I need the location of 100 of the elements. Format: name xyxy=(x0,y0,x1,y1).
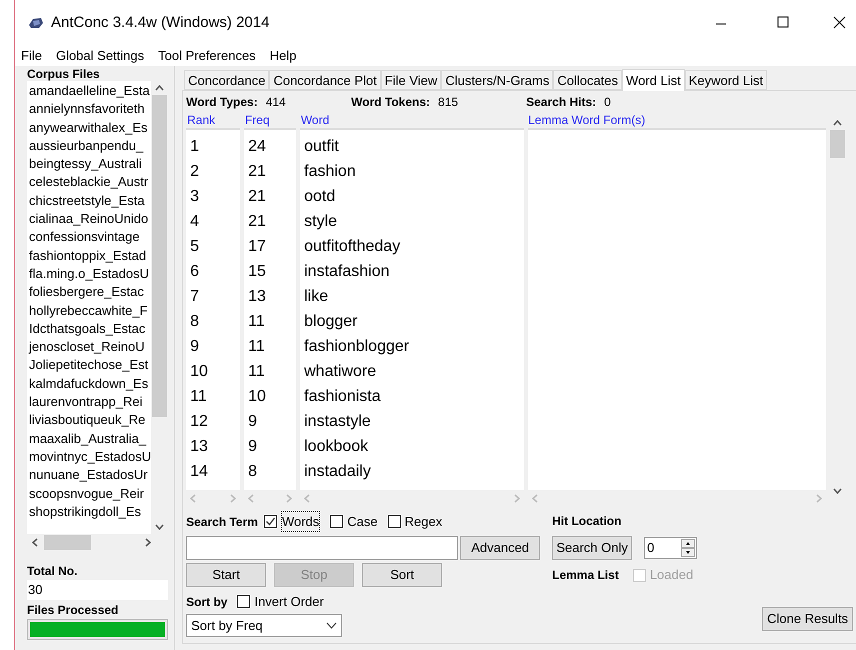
corpus-list-entry[interactable]: chicstreetstyle_Esta xyxy=(29,192,152,210)
corpus-list-entry[interactable]: Idcthatsgoals_Estac xyxy=(29,320,152,338)
menu-item[interactable]: Global Settings xyxy=(56,46,144,66)
list-cell-text: instadaily xyxy=(304,462,372,482)
list-cell-text: 3 xyxy=(190,187,200,207)
sort-dropdown[interactable]: Sort by Freq xyxy=(186,614,342,637)
scrollbar-thumb[interactable] xyxy=(44,535,91,550)
menu-item[interactable]: File xyxy=(21,46,42,66)
corpus-list-entry[interactable]: movintnyc_EstadosU xyxy=(29,448,152,466)
search-field[interactable] xyxy=(186,536,458,560)
corpus-list-entry[interactable]: annielynnsfavoriteth xyxy=(29,100,152,119)
corpus-list-entry[interactable]: confessionsvintage xyxy=(29,228,152,247)
checkbox[interactable] xyxy=(237,595,250,608)
stat-value: 815 xyxy=(438,94,458,111)
section-label: Files Processed xyxy=(27,602,120,619)
column-header[interactable]: Freq xyxy=(244,111,297,129)
corpus-list-entry[interactable]: anywearwithalex_Es xyxy=(29,118,152,137)
list-cell-text: 21 xyxy=(248,162,267,182)
list-cell-text: ootd xyxy=(304,187,336,207)
column-header[interactable]: Lemma Word Form(s) xyxy=(528,112,826,128)
tab[interactable]: Concordance xyxy=(184,70,270,90)
list-cell-text: 5 xyxy=(190,237,200,257)
close-icon[interactable] xyxy=(833,16,846,29)
maximize-icon[interactable] xyxy=(777,16,789,28)
column-header[interactable]: Rank xyxy=(187,111,241,129)
corpus-list-entry[interactable]: aussieurbanpendu_ xyxy=(29,136,152,156)
list-cell-text: outfit xyxy=(304,137,340,157)
section-label: Total No. xyxy=(27,563,78,580)
list-cell-text: 11 xyxy=(248,312,266,332)
list-cell-text: lookbook xyxy=(304,437,370,457)
menu-item[interactable]: Tool Preferences xyxy=(158,46,256,66)
section-label: Sort by xyxy=(186,594,228,610)
corpus-list-entry[interactable]: laurenvontrapp_Rei xyxy=(29,393,152,412)
checkbox-label[interactable]: Regex xyxy=(404,512,442,532)
corpus-list-entry[interactable]: scoopsnvogue_Reir xyxy=(29,484,152,503)
stat-label: Word Tokens: xyxy=(351,94,430,111)
section-label: Lemma List xyxy=(552,567,619,584)
scrollbar-thumb[interactable] xyxy=(830,130,846,158)
tab[interactable]: Clusters/N-Grams xyxy=(441,70,554,90)
list-cell-text: 17 xyxy=(248,237,267,257)
corpus-list-entry[interactable]: foliesbergere_Estac xyxy=(29,283,152,302)
corpus-list-entry[interactable]: maaxalib_Australia_ xyxy=(29,430,152,448)
corpus-list-entry[interactable]: liviasboutiqueuk_Re xyxy=(29,411,152,430)
list-cell-text: 10 xyxy=(190,362,209,382)
number-spinner[interactable]: 0 xyxy=(644,537,698,559)
list-cell-text: 2 xyxy=(190,162,200,182)
action-button[interactable]: Sort xyxy=(362,563,442,587)
list-cell-text: 24 xyxy=(248,137,267,157)
section-label: Hit Location xyxy=(552,513,622,530)
section-label: Search Term xyxy=(186,514,258,530)
stat-label: Search Hits: xyxy=(526,94,596,111)
list-cell-text: instafashion xyxy=(304,262,391,282)
scrollbar-thumb[interactable] xyxy=(152,95,168,417)
tab[interactable]: Concordance Plot xyxy=(269,70,381,90)
list-cell-text: 8 xyxy=(248,462,258,482)
corpus-list-entry[interactable]: jenoscloset_ReinoU xyxy=(29,338,152,356)
stat-label: Word Types: xyxy=(186,94,258,111)
tab[interactable]: Keyword List xyxy=(684,70,768,90)
corpus-list-entry[interactable]: kalmdafuckdown_Es xyxy=(29,374,152,394)
list-cell-text: fashion xyxy=(304,162,357,182)
checkbox[interactable] xyxy=(330,515,344,528)
corpus-list-entry[interactable]: hollyrebeccawhite_F xyxy=(29,302,152,320)
checkbox[interactable] xyxy=(264,515,277,528)
advanced-button[interactable]: Advanced xyxy=(460,536,540,560)
window-title: AntConc 3.4.4w (Windows) 2014 xyxy=(51,12,270,33)
corpus-list-entry[interactable]: fla.ming.o_EstadosU xyxy=(29,264,152,284)
list-cell-text: 4 xyxy=(190,212,200,232)
tab[interactable]: File View xyxy=(380,70,442,90)
corpus-list-entry[interactable]: cialinaa_ReinoUnido xyxy=(29,210,152,228)
tab[interactable]: Collocates xyxy=(553,70,622,90)
list-cell-text: 11 xyxy=(190,387,208,407)
column-header[interactable]: Word xyxy=(300,111,524,129)
corpus-list-entry[interactable]: Joliepetitechose_Est xyxy=(29,356,152,375)
list-cell-text: 8 xyxy=(190,312,200,332)
list-cell-text: 15 xyxy=(248,262,267,282)
search-only-button[interactable]: Search Only xyxy=(552,536,632,560)
list-cell-text: 12 xyxy=(190,412,209,432)
list-cell-text: 11 xyxy=(248,337,266,357)
list-cell-text: 9 xyxy=(248,437,258,457)
list-cell-text: fashionblogger xyxy=(304,337,410,357)
checkbox[interactable] xyxy=(388,515,401,528)
clone-results-button[interactable]: Clone Results xyxy=(762,607,854,631)
list-cell-text: 13 xyxy=(248,287,267,307)
corpus-list-entry[interactable]: nunuane_EstadosUr xyxy=(29,466,152,485)
section-label: Corpus Files xyxy=(27,67,101,81)
corpus-list-entry[interactable]: celesteblackie_Austr xyxy=(29,173,152,192)
corpus-list-entry[interactable]: fashiontoppix_Estad xyxy=(29,246,152,265)
list-cell-text: 1 xyxy=(190,137,200,157)
app-icon xyxy=(27,15,45,31)
action-button[interactable]: Start xyxy=(186,563,266,587)
checkbox-label[interactable]: Words xyxy=(280,510,320,532)
checkbox-label[interactable]: Case xyxy=(347,512,378,532)
menu-item[interactable]: Help xyxy=(270,46,296,66)
corpus-list-entry[interactable]: beingtessy_Australi xyxy=(29,155,152,174)
corpus-list-entry[interactable]: amandaelleline_Esta xyxy=(29,82,152,100)
corpus-list-entry[interactable]: shopstrikingdoll_Es xyxy=(29,502,152,522)
tab[interactable]: Word List xyxy=(622,69,685,91)
checkbox-label[interactable]: Invert Order xyxy=(254,592,324,612)
list-cell-text: instastyle xyxy=(304,412,372,432)
list-cell-text: outfitoftheday xyxy=(304,237,402,257)
